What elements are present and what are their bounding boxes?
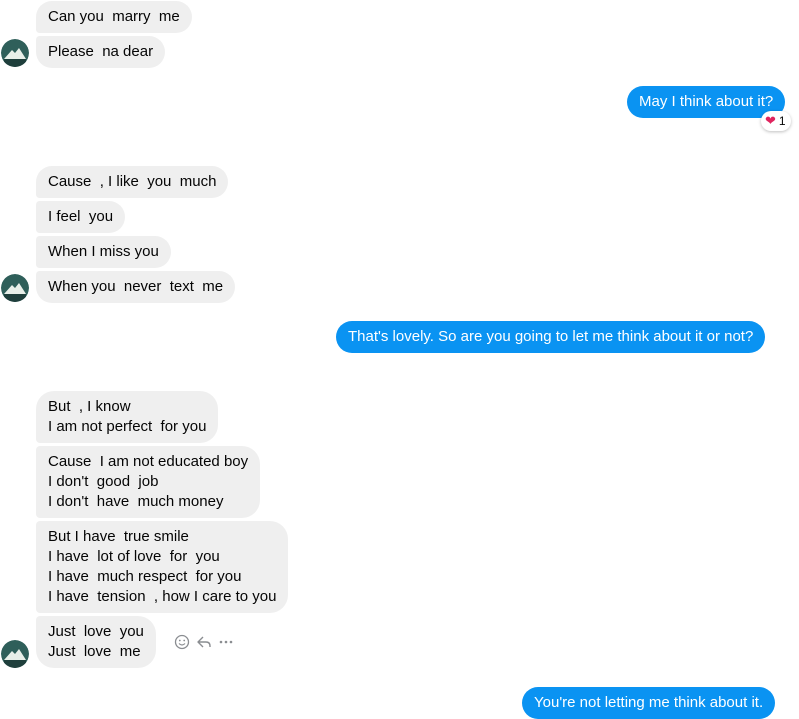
outgoing-message[interactable]: That's lovely. So are you going to let m… — [336, 321, 766, 353]
incoming-message[interactable]: Cause I am not educated boy I don't good… — [36, 446, 261, 518]
react-icon[interactable] — [173, 633, 191, 651]
reply-icon[interactable] — [195, 633, 213, 651]
incoming-message[interactable]: Cause , I like you much — [36, 166, 229, 198]
incoming-message[interactable]: When I miss you — [36, 236, 171, 268]
incoming-message[interactable]: I feel you — [36, 201, 126, 233]
incoming-message[interactable]: Can you marry me — [36, 1, 192, 33]
incoming-message[interactable]: Please na dear — [36, 36, 166, 68]
incoming-message[interactable]: When you never text me — [36, 271, 236, 303]
message-reaction[interactable]: ❤ 1 — [761, 111, 791, 131]
message-actions — [173, 633, 235, 651]
incoming-message[interactable]: But I have true smile I have lot of love… — [36, 521, 289, 613]
outgoing-message[interactable]: May I think about it? — [627, 86, 786, 118]
incoming-message[interactable]: Just love you Just love me — [36, 616, 156, 668]
heart-icon: ❤ — [765, 113, 776, 128]
outgoing-message[interactable]: You're not letting me think about it. — [522, 687, 776, 719]
reaction-count: 1 — [778, 114, 786, 128]
avatar[interactable] — [1, 640, 29, 668]
incoming-message[interactable]: But , I know I am not perfect for you — [36, 391, 219, 443]
more-icon[interactable] — [217, 633, 235, 651]
avatar[interactable] — [1, 274, 29, 302]
avatar[interactable] — [1, 39, 29, 67]
